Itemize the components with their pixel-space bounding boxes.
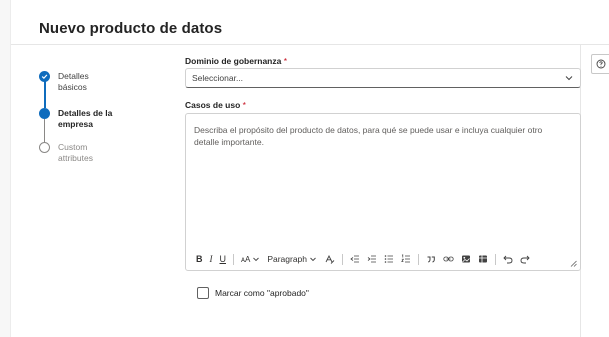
- resize-grip-icon[interactable]: [570, 260, 577, 267]
- highlight-icon: [325, 254, 335, 264]
- indent-icon: [367, 255, 377, 263]
- redo-button[interactable]: [520, 252, 530, 266]
- font-size-icon: ᴀA: [241, 254, 251, 264]
- step-custom-attributes[interactable]: Custom attributes: [39, 142, 93, 164]
- numbered-list-icon: [401, 254, 411, 263]
- bold-button[interactable]: B: [196, 252, 203, 266]
- toolbar-separator: [418, 253, 420, 265]
- rich-text-toolbar: B I U ᴀA Paragraph: [186, 248, 580, 270]
- undo-button[interactable]: [503, 252, 513, 266]
- step-completed-indicator: [39, 71, 50, 82]
- approved-checkbox[interactable]: [197, 287, 209, 299]
- toolbar-separator: [233, 253, 234, 265]
- image-button[interactable]: [461, 252, 471, 266]
- bullet-list-icon: [384, 255, 394, 263]
- use-cases-placeholder: Describa el propósito del producto de da…: [194, 125, 543, 147]
- step-label: Detalles de la empresa: [58, 108, 113, 129]
- title-divider: [11, 44, 609, 45]
- chevron-down-icon: [310, 257, 316, 262]
- use-cases-editor[interactable]: Describa el propósito del producto de da…: [185, 113, 581, 271]
- step-basic-details[interactable]: Detalles básicos: [39, 71, 89, 93]
- use-cases-label-text: Casos de uso: [185, 100, 241, 110]
- step-label: Custom attributes: [58, 142, 93, 163]
- quote-icon: [427, 256, 435, 263]
- quote-button[interactable]: [426, 252, 436, 266]
- toolbar-separator: [342, 253, 344, 265]
- image-icon: [462, 255, 471, 263]
- font-size-button[interactable]: ᴀA: [241, 252, 260, 266]
- redo-icon: [520, 255, 530, 264]
- required-mark: *: [242, 100, 246, 110]
- checkmark-icon: [41, 74, 48, 80]
- help-icon: [596, 59, 606, 69]
- required-mark: *: [283, 56, 288, 66]
- page-title: Nuevo producto de datos: [39, 20, 223, 37]
- underline-button[interactable]: U: [220, 252, 227, 266]
- table-icon: [479, 255, 488, 263]
- step-label: Detalles básicos: [58, 71, 89, 92]
- step-current-indicator: [39, 108, 50, 119]
- governance-domain-label-text: Dominio de gobernanza: [185, 56, 282, 66]
- numbered-list-button[interactable]: [401, 252, 411, 266]
- italic-button[interactable]: I: [210, 252, 213, 266]
- governance-domain-label: Dominio de gobernanza *: [185, 56, 287, 66]
- table-button[interactable]: [478, 252, 488, 266]
- approved-checkbox-row[interactable]: Marcar como "aprobado": [197, 287, 309, 299]
- chevron-down-icon: [253, 257, 260, 262]
- highlight-button[interactable]: [324, 252, 335, 266]
- chevron-down-icon: [565, 76, 573, 81]
- use-cases-label: Casos de uso *: [185, 100, 246, 110]
- bullet-list-button[interactable]: [384, 252, 394, 266]
- paragraph-label: Paragraph: [267, 254, 308, 264]
- governance-domain-dropdown[interactable]: Seleccionar...: [185, 68, 581, 88]
- outdent-icon: [350, 255, 360, 263]
- undo-icon: [503, 255, 513, 264]
- outdent-button[interactable]: [350, 252, 360, 266]
- help-button[interactable]: [591, 54, 609, 74]
- indent-button[interactable]: [367, 252, 377, 266]
- step-business-details[interactable]: Detalles de la empresa: [39, 108, 128, 130]
- paragraph-dropdown[interactable]: Paragraph: [267, 252, 317, 266]
- background-strip: [0, 0, 10, 337]
- link-button[interactable]: [443, 252, 454, 266]
- new-data-product-panel: Nuevo producto de datos Detalles básicos…: [10, 0, 609, 337]
- approved-checkbox-label: Marcar como "aprobado": [215, 288, 309, 298]
- step-pending-indicator: [39, 142, 50, 153]
- toolbar-separator: [495, 253, 497, 265]
- governance-domain-value: Seleccionar...: [192, 73, 244, 83]
- link-icon: [443, 256, 454, 262]
